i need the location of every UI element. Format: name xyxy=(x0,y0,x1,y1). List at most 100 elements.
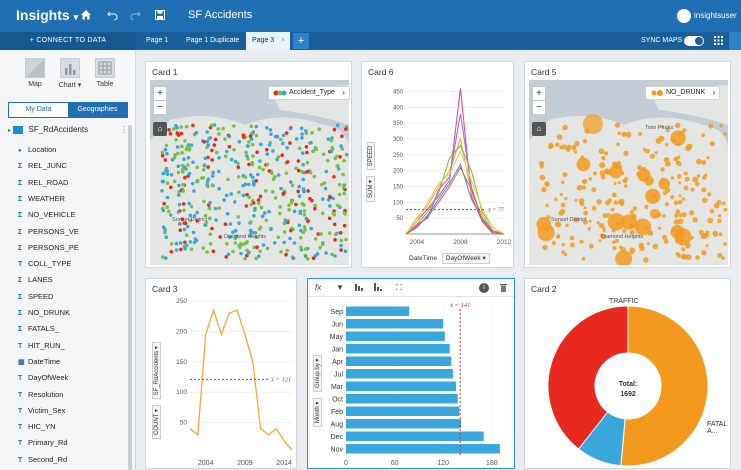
number-field-icon: Σ xyxy=(18,212,23,220)
card-5-home-icon[interactable]: ⌂ xyxy=(532,122,546,136)
card-4-month-button[interactable]: Month ▾ xyxy=(313,397,322,427)
field-item[interactable]: Σ WEATHER xyxy=(18,194,65,203)
map-point xyxy=(297,146,302,151)
geographies-tab[interactable]: Geographies xyxy=(68,103,127,117)
field-item[interactable]: ● Location xyxy=(18,145,56,154)
card-4[interactable]: fx ▼ ⛶ i Month ▾ Group by ▾ 0 60 120 180 Sep… xyxy=(307,278,515,469)
card-3[interactable]: Card 3 COUNT ▾ SF_RdAccidents ▾ 50 100 150… xyxy=(145,278,297,469)
user-name[interactable]: insightsuser xyxy=(694,11,737,20)
map-point xyxy=(276,235,281,239)
trash-icon[interactable] xyxy=(500,283,507,294)
chart-tool[interactable]: Chart ▾ xyxy=(55,58,85,89)
connect-to-data-button[interactable]: + CONNECT TO DATA xyxy=(0,32,136,50)
card-5-legend[interactable]: NO_DRUNK › xyxy=(645,86,721,100)
tab-page-1-duplicate[interactable]: Page 1 Duplicate xyxy=(180,32,245,50)
card-6[interactable]: Card 6 SUM ▾ SPEED 50 100 150 200 250 300 350 4… xyxy=(361,61,514,268)
field-item[interactable]: T Resolution xyxy=(18,390,63,399)
y-tick-label: 300 xyxy=(393,137,404,143)
field-item[interactable]: T Victim_Sex xyxy=(18,406,65,415)
card-6-y-field-button[interactable]: SPEED xyxy=(367,141,375,171)
map-point xyxy=(165,181,170,185)
close-tab-icon[interactable]: × xyxy=(281,32,285,50)
map-bubble xyxy=(560,202,566,208)
map-bubble xyxy=(721,256,725,260)
redo-icon[interactable] xyxy=(130,9,141,23)
card-4-bar-chart[interactable]: 0 60 120 180 Sep Jun May Jan Apr Jul Mar Oct Feb Aug D… xyxy=(322,297,514,470)
card-2-donut-chart[interactable] xyxy=(525,279,732,470)
card-4-group-by-button[interactable]: Group by ▾ xyxy=(313,354,322,392)
card-6-line-chart[interactable]: 50 100 150 200 250 300 350 400 450 2004 2008 2012 x̄… xyxy=(376,76,512,250)
user-avatar[interactable] xyxy=(677,9,691,23)
map-bubble xyxy=(559,192,564,197)
card-1[interactable]: Card 1 + − ⌂ Accident_Type › Sunset Dist… xyxy=(145,61,352,268)
category-label: Jan xyxy=(332,346,343,353)
formula-icon[interactable]: fx xyxy=(315,283,321,292)
map-point xyxy=(174,248,179,252)
card-6-x-field-label[interactable]: DateTime xyxy=(406,254,440,263)
field-item[interactable]: Σ NO_VEHICLE xyxy=(18,210,76,219)
undo-icon[interactable] xyxy=(107,9,118,23)
legend-expand-icon[interactable]: › xyxy=(713,87,716,99)
field-item[interactable]: Σ FATALS_ xyxy=(18,324,59,333)
sort-icon[interactable] xyxy=(355,283,363,293)
expand-icon[interactable]: ⛶ xyxy=(396,283,402,293)
field-item[interactable]: T COLL_TYPE xyxy=(18,259,71,268)
collapse-icon[interactable]: ▸ xyxy=(8,128,11,134)
card-2[interactable]: Card 2 TRAFFIC FATAL A... Total: 1692 xyxy=(524,278,731,469)
field-item[interactable]: T DayOfWeek xyxy=(18,373,68,382)
card-6-aggregation-button[interactable]: SUM ▾ xyxy=(366,175,375,202)
field-item[interactable]: Σ REL_JUNC xyxy=(18,161,67,170)
field-item[interactable]: Σ PERSONS_VE xyxy=(18,227,79,236)
bar xyxy=(346,344,450,354)
card-3-line-chart[interactable]: 50 100 150 200 250 2004 2009 2014 x̄ = 121 xyxy=(164,293,296,470)
field-item[interactable]: T Second_Rd xyxy=(18,455,67,464)
map-point xyxy=(284,171,289,175)
card-1-home-icon[interactable]: ⌂ xyxy=(153,122,167,136)
field-item[interactable]: ▦ DateTime xyxy=(18,357,60,366)
side-panel-toggle[interactable] xyxy=(729,32,741,50)
card-6-x-group-button[interactable]: DayOfWeek ▾ xyxy=(441,253,490,264)
legend-expand-icon[interactable]: › xyxy=(342,87,345,99)
field-item[interactable]: Σ NO_DRUNK xyxy=(18,308,70,317)
document-title[interactable]: SF Accidents xyxy=(188,9,252,21)
card-3-aggregation-button[interactable]: COUNT ▾ xyxy=(152,405,161,439)
field-item[interactable]: Σ PERSONS_PE xyxy=(18,243,79,252)
map-point xyxy=(281,191,286,196)
field-item[interactable]: Σ SPEED xyxy=(18,292,53,301)
card-5-zoom-out-button[interactable]: − xyxy=(532,100,546,115)
tab-page-3[interactable]: Page 3 × xyxy=(246,32,291,50)
tab-page-1[interactable]: Page 1 xyxy=(140,32,174,50)
map-point xyxy=(176,210,181,214)
card-1-zoom-in-button[interactable]: + xyxy=(153,86,167,101)
dataset-row[interactable]: ▸ SF_RdAccidents ⋮ xyxy=(8,125,128,134)
my-data-tab[interactable]: My Data xyxy=(9,103,68,117)
map-point xyxy=(283,219,288,224)
field-item[interactable]: Σ REL_ROAD xyxy=(18,178,68,187)
map-bubble xyxy=(672,138,676,143)
map-point xyxy=(297,223,302,228)
map-point xyxy=(210,158,214,162)
table-tool[interactable]: Table xyxy=(90,58,120,88)
home-icon[interactable] xyxy=(80,9,92,23)
field-item[interactable]: Σ LANES xyxy=(18,275,53,284)
card-5-zoom-in-button[interactable]: + xyxy=(532,86,546,101)
field-item[interactable]: T HIT_RUN_ xyxy=(18,341,65,350)
info-icon[interactable]: i xyxy=(479,283,489,293)
save-icon[interactable] xyxy=(155,9,165,23)
field-item[interactable]: T HIC_YN xyxy=(18,422,56,431)
grid-icon[interactable] xyxy=(714,36,723,47)
map-tool[interactable]: Map xyxy=(20,58,50,88)
card-1-zoom-out-button[interactable]: − xyxy=(153,100,167,115)
sync-maps-toggle[interactable] xyxy=(684,36,704,46)
card-3-y-field-button[interactable]: SF_RdAccidents ▾ xyxy=(152,342,161,400)
app-brand[interactable]: Insights ▾ xyxy=(16,7,78,23)
sidebar-scrollbar[interactable] xyxy=(128,125,132,470)
card-1-legend[interactable]: Accident_Type › xyxy=(268,86,350,100)
chart-type-icon[interactable] xyxy=(374,283,382,293)
filter-icon[interactable]: ▼ xyxy=(336,283,344,292)
add-page-button[interactable]: + xyxy=(293,33,309,49)
field-item[interactable]: T Primary_Rd xyxy=(18,438,68,447)
map-point xyxy=(183,139,187,143)
dataset-menu-icon[interactable]: ⋮ xyxy=(120,125,128,134)
card-5[interactable]: Card 5 + − ⌂ NO_DRUNK › Twin Peaks Sunse… xyxy=(524,61,731,268)
